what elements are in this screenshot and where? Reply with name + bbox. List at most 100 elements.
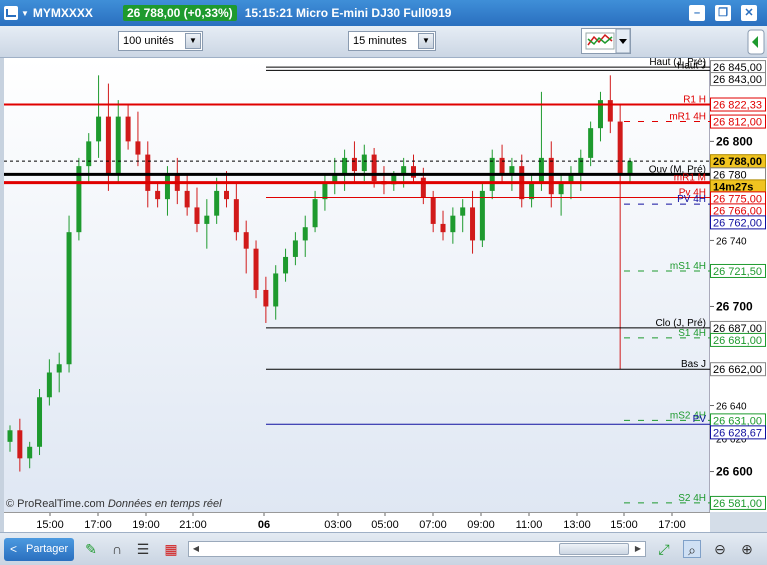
price-tick-label: 26 800 <box>716 134 753 148</box>
time-tick-label: 03:00 <box>324 519 352 531</box>
close-icon[interactable]: ✕ <box>741 5 757 21</box>
units-select[interactable]: 100 unités ▼ <box>118 31 203 51</box>
price-axis[interactable]: 26 800 26 740 26 700 26 640 26 620 26 600 26 8… <box>710 58 767 512</box>
indicators-icon[interactable]: ▦ <box>162 540 180 558</box>
candle-body <box>184 190 190 208</box>
price-tick-label: 26 640 <box>716 402 747 413</box>
candle-body <box>224 190 230 200</box>
side-panel-toggle[interactable] <box>745 26 767 58</box>
price-level-value: 26 628,67 <box>713 427 762 439</box>
level-label: S2 4H <box>678 493 706 504</box>
candle-body <box>214 190 220 216</box>
candle-body <box>243 232 249 249</box>
candle-body <box>292 240 298 257</box>
price-level-value: 26 788,00 <box>713 156 762 168</box>
autoscroll-icon[interactable]: ⤢ <box>655 540 673 558</box>
candle-body <box>607 100 613 122</box>
candlestick-chart[interactable]: Haut (J, Pré)Haut JR1 HmR1 4HOuv (M, Pré… <box>4 57 710 512</box>
candle-body <box>558 182 564 195</box>
candle-body <box>27 446 33 459</box>
time-tick-label: 15:00 <box>610 519 638 531</box>
candle-body <box>450 215 456 233</box>
level-label: R1 H <box>683 95 706 106</box>
watermark: © ProRealTime.com Données en temps réel <box>6 498 222 510</box>
watermark-realtime: Données en temps réel <box>107 498 222 510</box>
price-level-value: 26 721,50 <box>713 266 762 278</box>
draw-icon[interactable]: ✎ <box>82 540 100 558</box>
price-level-value: 26 843,00 <box>713 74 762 86</box>
zoom-box-icon[interactable]: ⌕ <box>683 540 701 558</box>
candle-body <box>46 372 52 398</box>
level-label: Bas J <box>681 359 706 370</box>
chevron-down-icon[interactable]: ▼ <box>185 33 201 49</box>
time-tick-label: 17:00 <box>84 519 112 531</box>
candle-body <box>430 197 436 224</box>
candle-body <box>578 157 584 175</box>
list-icon[interactable]: ☰ <box>134 540 152 558</box>
price-tick-label: 26 740 <box>716 236 747 247</box>
title-bar: ▼ MYMXXXX 26 788,00 (+0,33%) 15:15:21 Mi… <box>0 0 767 26</box>
price-level-value: 26 822,33 <box>713 100 762 112</box>
scroll-thumb[interactable] <box>559 543 629 555</box>
candle-body <box>273 273 279 307</box>
candle-body <box>115 116 121 175</box>
time-axis[interactable]: 15:00 17:00 19:00 21:00 06 03:00 05:00 07:00 09:… <box>4 512 710 532</box>
candle-body <box>204 215 210 224</box>
time-tick-label: 13:00 <box>563 519 591 531</box>
time-tick-label: 06 <box>258 519 270 531</box>
minimize-icon[interactable]: – <box>689 5 705 21</box>
candle-body <box>420 177 426 198</box>
candle-body <box>105 116 111 175</box>
level-label: Haut J <box>677 60 706 71</box>
zoom-out-icon[interactable]: ⊖ <box>711 540 729 558</box>
chart-type-button[interactable] <box>581 28 631 54</box>
time-axis-labels: 15:00 17:00 19:00 21:00 06 03:00 05:00 07:00 09:… <box>36 513 686 531</box>
candle-body <box>7 430 13 442</box>
level-label: mR1 M <box>674 173 706 184</box>
magnet-icon[interactable]: ∩ <box>108 540 126 558</box>
arrow-left-icon <box>747 29 765 55</box>
price-level-value: 26 681,00 <box>713 335 762 347</box>
price-tick-label: 26 700 <box>716 299 753 313</box>
time-tick-label: 07:00 <box>419 519 447 531</box>
price-chart[interactable]: Haut (J, Pré) Haut J R1 HmR1 4H Ouv (M, Pré… <box>4 57 710 512</box>
scroll-left-icon[interactable]: ◀ <box>190 543 202 555</box>
share-label: Partager <box>26 543 69 555</box>
price-level-value: 26 762,00 <box>713 217 762 229</box>
candle-body <box>479 190 485 241</box>
candle-body <box>371 154 377 181</box>
candle-body <box>361 154 367 172</box>
candle-body <box>283 256 289 274</box>
scroll-right-icon[interactable]: ▶ <box>632 543 644 555</box>
candle-body <box>194 207 200 224</box>
candle-body <box>588 128 594 158</box>
candle-body <box>499 157 505 175</box>
price-tick-label: 26 600 <box>716 465 753 479</box>
price-badge: 26 788,00 (+0,33%) <box>122 5 237 21</box>
time-tick-label: 19:00 <box>132 519 160 531</box>
time-tick-label: 15:00 <box>36 519 64 531</box>
share-button[interactable]: < Partager <box>4 538 74 561</box>
chevron-down-icon[interactable]: ▼ <box>21 9 29 18</box>
level-label: PV <box>693 414 707 425</box>
instrument-description: 15:15:21 Micro E-mini DJ30 Full0919 <box>244 6 452 20</box>
time-tick-label: 21:00 <box>179 519 207 531</box>
candle-body <box>351 157 357 172</box>
chart-window-icon[interactable] <box>4 6 18 20</box>
zoom-in-icon[interactable]: ⊕ <box>738 540 756 558</box>
chart-scrollbar[interactable]: ◀ ▶ <box>188 541 646 557</box>
restore-icon[interactable]: ❐ <box>715 5 731 21</box>
candle-body <box>529 182 535 200</box>
candle-body <box>302 227 308 241</box>
chevron-down-icon[interactable]: ▼ <box>418 33 434 49</box>
interval-select[interactable]: 15 minutes ▼ <box>348 31 436 51</box>
candle-body <box>56 364 62 373</box>
interval-select-value: 15 minutes <box>353 35 407 47</box>
instrument-symbol[interactable]: MYMXXXX <box>33 6 93 20</box>
candle-body <box>342 157 348 175</box>
candle-body <box>125 116 131 142</box>
time-tick-label: 17:00 <box>658 519 686 531</box>
candle-body <box>617 121 623 175</box>
share-icon: < <box>10 542 18 556</box>
candle-body <box>86 141 92 167</box>
